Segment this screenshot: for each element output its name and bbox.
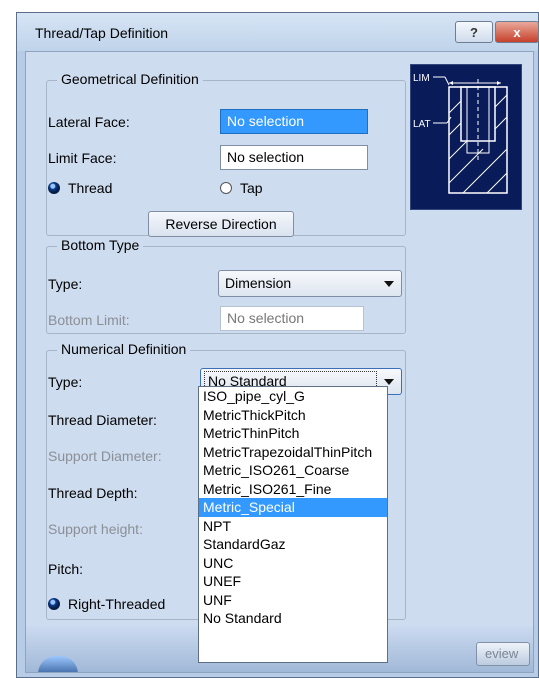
limit-face-field[interactable]: No selection bbox=[220, 145, 368, 170]
limit-face-label: Limit Face: bbox=[48, 150, 117, 166]
dropdown-option[interactable]: UNEF bbox=[199, 572, 387, 591]
pitch-label: Pitch: bbox=[48, 561, 84, 577]
dropdown-option[interactable]: Metric_ISO261_Coarse bbox=[199, 461, 387, 480]
close-button[interactable]: x bbox=[495, 21, 539, 43]
reverse-direction-button[interactable]: Reverse Direction bbox=[148, 211, 294, 237]
right-threaded-radio[interactable] bbox=[48, 598, 60, 610]
help-button[interactable]: ? bbox=[455, 21, 493, 43]
thread-diameter-label: Thread Diameter: bbox=[48, 412, 157, 428]
right-threaded-label: Right-Threaded bbox=[68, 596, 166, 612]
thread-preview-drawing: LIM LAT bbox=[413, 73, 508, 194]
dropdown-option[interactable]: Metric_ISO261_Fine bbox=[199, 480, 387, 499]
bottom-type-title: Bottom Type bbox=[57, 237, 144, 253]
window-title: Thread/Tap Definition bbox=[35, 25, 169, 41]
tap-radio[interactable] bbox=[220, 182, 232, 194]
dropdown-option[interactable]: NPT bbox=[199, 517, 387, 536]
preview-lat-text: LAT bbox=[413, 119, 431, 130]
tap-radio-label: Tap bbox=[240, 180, 263, 196]
bottom-type-value: Dimension bbox=[225, 275, 292, 291]
numerical-definition-title: Numerical Definition bbox=[57, 341, 191, 357]
dropdown-option[interactable]: UNF bbox=[199, 591, 387, 610]
help-icon: ? bbox=[470, 24, 478, 40]
lateral-face-label: Lateral Face: bbox=[48, 114, 130, 130]
support-height-label: Support height: bbox=[48, 521, 143, 537]
title-bar: Thread/Tap Definition ? x bbox=[17, 13, 539, 51]
thread-depth-label: Thread Depth: bbox=[48, 485, 138, 501]
close-icon: x bbox=[513, 24, 521, 40]
dropdown-option[interactable]: No Standard bbox=[199, 609, 387, 628]
thread-radio[interactable] bbox=[48, 182, 60, 194]
dropdown-option[interactable]: MetricThinPitch bbox=[199, 424, 387, 443]
catia-logo-icon bbox=[38, 656, 78, 672]
thread-preview-image: LIM LAT bbox=[410, 64, 522, 210]
standard-dropdown-list: ISO_pipe_cyl_G MetricThickPitch MetricTh… bbox=[198, 386, 388, 663]
geometrical-definition-title: Geometrical Definition bbox=[57, 71, 203, 87]
dropdown-option[interactable]: MetricThickPitch bbox=[199, 406, 387, 425]
dropdown-option-selected[interactable]: Metric_Special bbox=[199, 498, 387, 517]
bottom-limit-label: Bottom Limit: bbox=[48, 312, 130, 328]
chevron-down-icon bbox=[384, 379, 394, 385]
dropdown-option[interactable]: MetricTrapezoidalThinPitch bbox=[199, 443, 387, 462]
bottom-limit-field: No selection bbox=[220, 306, 364, 331]
support-diameter-label: Support Diameter: bbox=[48, 448, 162, 464]
dropdown-option[interactable]: StandardGaz bbox=[199, 535, 387, 554]
numerical-type-label: Type: bbox=[48, 374, 83, 390]
thread-radio-label: Thread bbox=[68, 180, 113, 196]
dropdown-option[interactable]: UNC bbox=[199, 554, 387, 573]
bottom-type-select[interactable]: Dimension bbox=[218, 270, 402, 297]
chevron-down-icon bbox=[384, 281, 394, 287]
preview-button[interactable]: eview bbox=[476, 642, 530, 666]
lateral-face-field[interactable]: No selection bbox=[220, 109, 368, 134]
bottom-type-label: Type: bbox=[48, 276, 83, 292]
preview-lim-text: LIM bbox=[413, 73, 430, 84]
dropdown-option[interactable]: ISO_pipe_cyl_G bbox=[199, 387, 387, 406]
